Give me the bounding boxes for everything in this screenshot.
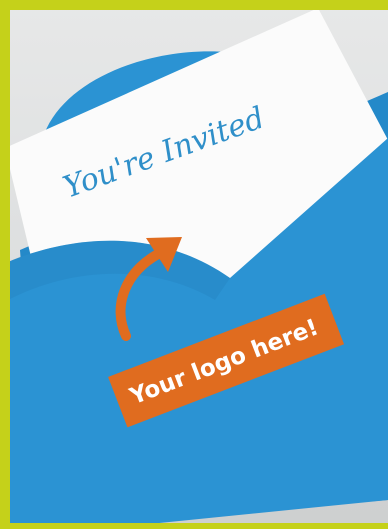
- envelope-illustration: You're Invited Your logo here!: [5, 8, 388, 529]
- frame-border-left: [0, 0, 10, 529]
- frame-border-bottom: [0, 523, 388, 529]
- frame-border-top: [0, 0, 388, 10]
- invitation-photo: You're Invited Your logo here!: [0, 0, 388, 529]
